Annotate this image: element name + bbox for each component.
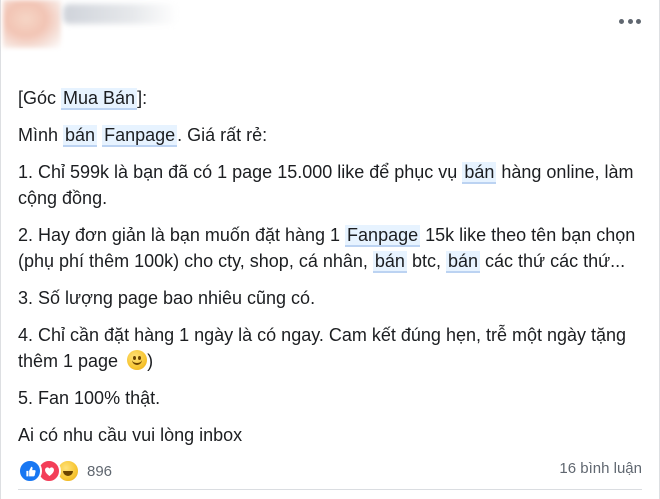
text: btc, [406,251,446,271]
text: 1. Chỉ 599k là bạn đã có 1 page 15.000 l… [18,162,463,182]
hashtag-ban[interactable]: bán [462,162,497,184]
post-footer: 896 16 bình luận [18,455,642,490]
dot [619,18,624,24]
text: 3. Số lượng page bao nhiêu cũng có. [18,288,316,308]
hashtag-mua-ban[interactable]: Mua Bán [61,88,138,110]
text: ) [147,351,154,371]
post-line-4: 2. Hay đơn giản là bạn muốn đặt hàng 1 F… [18,222,648,274]
hashtag-ban[interactable]: bán [445,251,480,273]
post-header [1,0,659,72]
post-line-3: 1. Chỉ 599k là bạn đã có 1 page 15.000 l… [18,159,648,211]
text: [Góc [18,88,62,108]
post-body: [Góc Mua Bán]: Mình bán Fanpage. Giá rất… [18,85,648,459]
text: các thứ các thứ... [480,251,626,271]
post-line-2: Mình bán Fanpage. Giá rất rẻ: [18,122,648,148]
text: . Giá rất rẻ: [177,125,268,145]
dot [627,18,633,24]
hashtag-fanpage[interactable]: Fanpage [102,125,178,147]
text: 2. Hay đơn giản là bạn muốn đặt hàng 1 [18,225,346,245]
hashtag-fanpage[interactable]: Fanpage [345,225,421,247]
text: 4. Chỉ cần đặt hàng 1 ngày là có ngay. C… [18,325,627,371]
post-line-8: Ai có nhu cầu vui lòng inbox [18,422,648,448]
author-avatar-blurred[interactable] [3,0,61,48]
facebook-post: [Góc Mua Bán]: Mình bán Fanpage. Giá rất… [0,0,660,499]
author-name-blurred[interactable] [63,4,178,24]
comment-count-link[interactable]: 16 bình luận [559,460,642,477]
more-options-icon[interactable] [619,16,641,26]
dot [636,18,641,24]
text: ]: [137,88,148,108]
post-line-7: 5. Fan 100% thật. [18,385,648,411]
post-line-1: [Góc Mua Bán]: [18,85,648,111]
text: Ai có nhu cầu vui lòng inbox [18,425,243,445]
text: 5. Fan 100% thật. [18,388,161,408]
hashtag-ban[interactable]: bán [63,125,98,147]
text: Mình [18,125,64,145]
reactions-summary[interactable]: 896 [18,459,112,483]
smile-emoji-icon [127,350,148,370]
post-line-6: 4. Chỉ cần đặt hàng 1 ngày là có ngay. C… [18,322,648,374]
post-line-5: 3. Số lượng page bao nhiêu cũng có. [18,285,648,311]
like-icon [18,459,42,483]
hashtag-ban[interactable]: bán [372,251,407,273]
reaction-count[interactable]: 896 [87,463,112,480]
